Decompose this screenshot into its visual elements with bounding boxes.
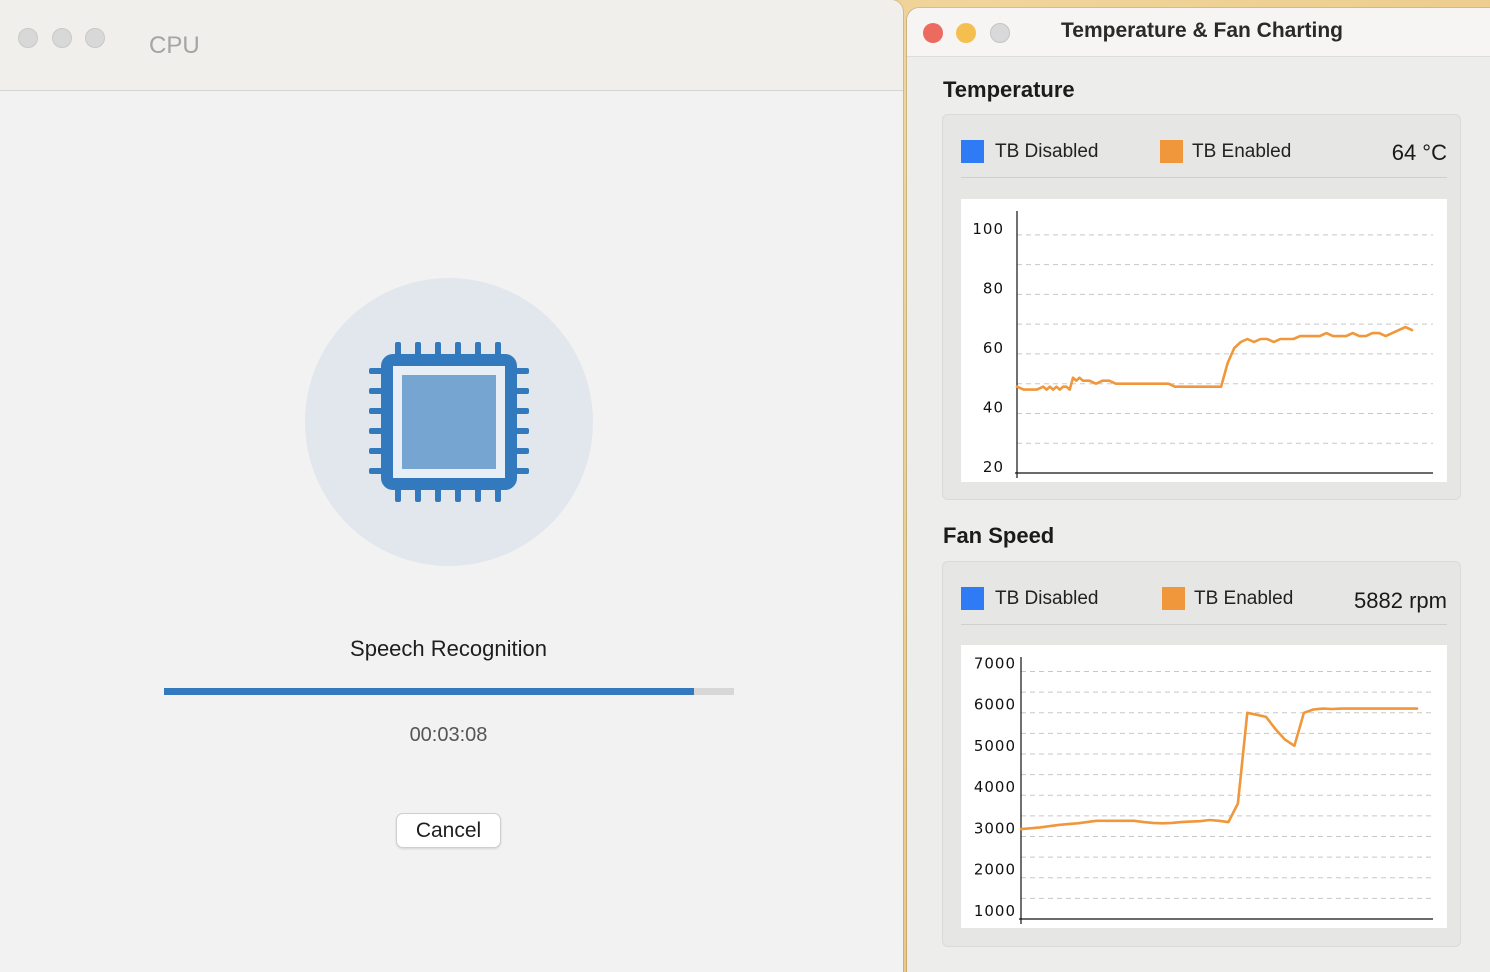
window-title: Temperature & Fan Charting	[1061, 19, 1343, 42]
minimize-button[interactable]	[52, 28, 72, 48]
y-tick-label: 7000	[974, 654, 1016, 672]
legend-swatch-tb-enabled	[1162, 587, 1185, 610]
fan-speed-chart: 7000 6000 5000 4000 3000 2000 1000	[961, 645, 1447, 928]
charting-window: Temperature & Fan Charting Temperature T…	[907, 8, 1490, 972]
progress-fill	[164, 688, 695, 695]
elapsed-time: 00:03:08	[409, 724, 488, 746]
legend-swatch-tb-disabled	[961, 587, 984, 610]
progress-bar	[164, 688, 734, 695]
close-button[interactable]	[18, 28, 38, 48]
y-tick-label: 1000	[974, 902, 1016, 920]
legend-swatch-tb-enabled	[1160, 140, 1183, 163]
fan-speed-legend: TB Disabled TB Enabled 5882 rpm	[961, 562, 1447, 625]
temperature-heading: Temperature	[943, 77, 1075, 102]
window-title: CPU	[149, 32, 200, 59]
legend-label-tb-enabled: TB Enabled	[1192, 141, 1292, 162]
zoom-button[interactable]	[85, 28, 105, 48]
legend-label-tb-disabled: TB Disabled	[995, 588, 1099, 609]
temperature-chart: 100 80 60 40 20	[961, 199, 1447, 482]
y-tick-label: 60	[983, 339, 1004, 357]
y-tick-label: 100	[972, 220, 1004, 238]
y-tick-label: 5000	[974, 737, 1016, 755]
series-line-tb-enabled	[1015, 325, 1414, 391]
task-label: Speech Recognition	[350, 636, 547, 661]
fan-speed-heading: Fan Speed	[943, 523, 1055, 548]
legend-label-tb-enabled: TB Enabled	[1194, 588, 1294, 609]
fan-speed-panel: TB Disabled TB Enabled 5882 rpm 7000 6000…	[942, 561, 1461, 947]
temperature-legend: TB Disabled TB Enabled 64 °C	[961, 115, 1447, 178]
legend-label-tb-disabled: TB Disabled	[995, 141, 1099, 162]
y-tick-label: 4000	[974, 778, 1016, 796]
cpu-window-titlebar: CPU	[0, 0, 903, 91]
temperature-chart-svg: 100 80 60 40 20	[972, 211, 1433, 478]
temperature-readout: 64 °C	[1391, 140, 1447, 165]
cpu-icon-badge	[305, 278, 593, 566]
y-tick-label: 40	[983, 399, 1004, 417]
y-tick-label: 20	[983, 458, 1004, 476]
y-tick-label: 3000	[974, 819, 1016, 837]
fan-speed-chart-svg: 7000 6000 5000 4000 3000 2000 1000	[974, 654, 1433, 924]
fan-speed-readout: 5882 rpm	[1354, 588, 1447, 613]
cpu-chip-icon	[369, 342, 529, 502]
cpu-window: CPU Speech Recognition 00:03:08 Cancel	[0, 0, 903, 972]
cancel-button[interactable]: Cancel	[396, 813, 501, 848]
y-tick-label: 80	[983, 279, 1004, 297]
charting-window-titlebar: Temperature & Fan Charting	[907, 8, 1490, 57]
y-tick-label: 2000	[974, 861, 1016, 879]
temperature-panel: TB Disabled TB Enabled 64 °C 100 80 60 40 20	[942, 114, 1461, 500]
y-tick-label: 6000	[974, 696, 1016, 714]
legend-swatch-tb-disabled	[961, 140, 984, 163]
series-line-tb-enabled	[1019, 707, 1419, 831]
